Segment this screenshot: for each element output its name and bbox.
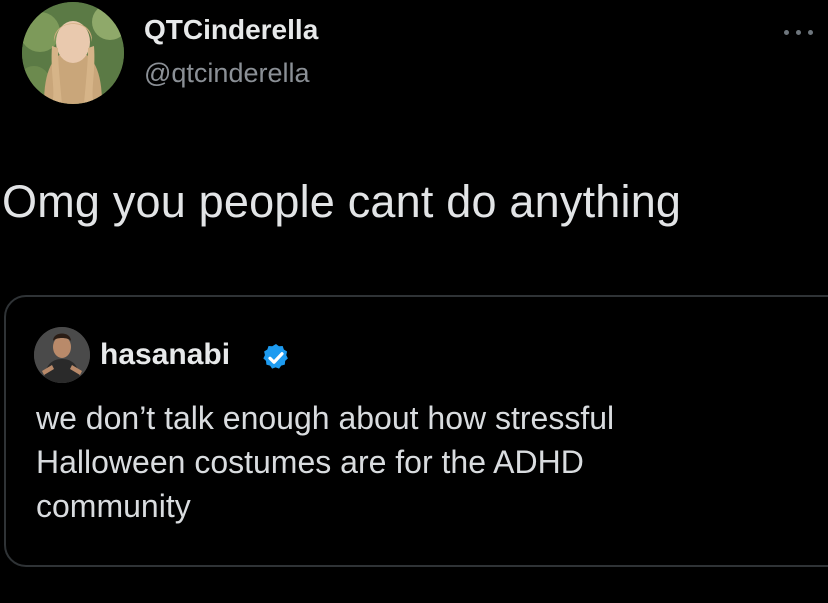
more-options-icon <box>808 30 813 35</box>
quoted-tweet-text-line: we don’t talk enough about how stressful <box>36 400 615 436</box>
avatar-image-icon <box>34 327 90 383</box>
avatar-image-icon <box>22 2 124 104</box>
more-options-button[interactable] <box>782 22 822 42</box>
quoted-tweet-text-line: community <box>36 488 191 524</box>
quoted-tweet-text: we don’t talk enough about how stressful… <box>36 396 796 528</box>
tweet-text: Omg you people cant do anything <box>2 176 682 227</box>
author-avatar[interactable] <box>22 2 124 104</box>
more-options-icon <box>784 30 789 35</box>
author-display-name[interactable]: QTCinderella <box>144 14 318 46</box>
author-handle[interactable]: @qtcinderella <box>144 58 310 89</box>
tweet: QTCinderella @qtcinderella Omg you peopl… <box>0 0 828 603</box>
quoted-tweet-text-line: Halloween costumes are for the ADHD <box>36 444 584 480</box>
verified-badge-icon <box>263 344 288 369</box>
more-options-icon <box>796 30 801 35</box>
quoted-tweet-card[interactable]: hasanabi we don’t talk enough about how … <box>4 295 828 567</box>
quoted-author-avatar[interactable] <box>34 327 90 383</box>
quoted-author-display-name[interactable]: hasanabi <box>100 338 230 372</box>
